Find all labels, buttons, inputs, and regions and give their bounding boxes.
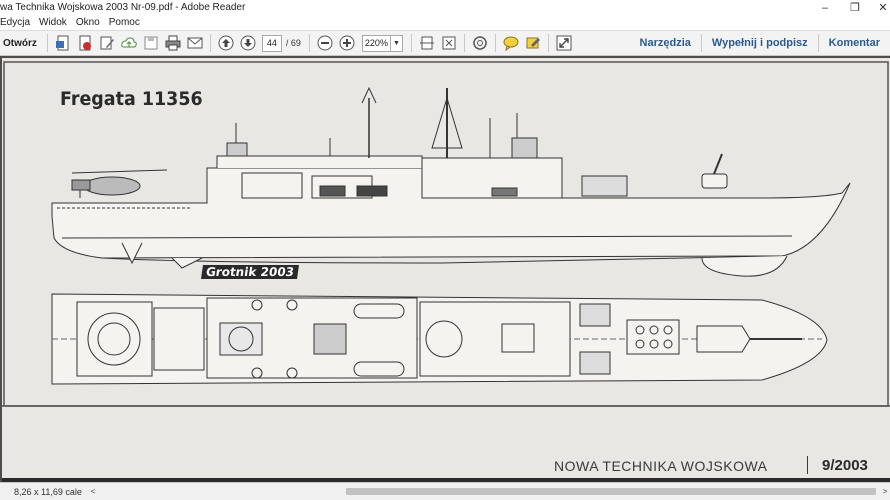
save-button[interactable] bbox=[141, 33, 161, 53]
title-bar: wa Technika Wojskowa 2003 Nr-09.pdf - Ad… bbox=[0, 0, 890, 15]
printer-icon bbox=[165, 35, 181, 51]
menu-edycja[interactable]: Edycja bbox=[0, 17, 35, 28]
fit-page-button[interactable] bbox=[417, 33, 437, 53]
toolbar-divider bbox=[209, 34, 211, 52]
open-button[interactable]: Otwórz bbox=[0, 38, 43, 49]
previous-page-button[interactable] bbox=[216, 33, 236, 53]
minimize-button[interactable]: – bbox=[810, 0, 840, 15]
magazine-issue: 9/2003 bbox=[822, 457, 868, 474]
toolbar-divider bbox=[308, 34, 310, 52]
zoom-dropdown-button[interactable]: ▼ bbox=[390, 34, 403, 52]
magazine-name: NOWA TECHNIKA WOJSKOWA bbox=[554, 458, 768, 474]
arrow-down-circle-icon bbox=[240, 35, 256, 51]
fit-width-button[interactable] bbox=[439, 33, 459, 53]
edit-pdf-icon bbox=[100, 36, 114, 50]
cloud-upload-button[interactable] bbox=[119, 33, 139, 53]
arrow-up-circle-icon bbox=[218, 35, 234, 51]
minus-circle-icon bbox=[317, 35, 333, 51]
footer-divider bbox=[807, 456, 808, 474]
read-mode-button[interactable] bbox=[470, 33, 490, 53]
highlighter-icon bbox=[526, 37, 540, 49]
save-icon bbox=[144, 36, 158, 50]
zoom-out-button[interactable] bbox=[315, 33, 335, 53]
page-total: / 69 bbox=[286, 38, 301, 48]
menu-pomoc[interactable]: Pomoc bbox=[109, 17, 145, 28]
page-number-input[interactable]: 44 bbox=[261, 34, 282, 52]
fit-width-icon bbox=[442, 36, 456, 50]
fit-page-icon bbox=[419, 36, 434, 50]
page-size-label: 8,26 x 11,69 cale bbox=[14, 486, 82, 497]
next-page-button[interactable] bbox=[238, 33, 258, 53]
frigate-drawing bbox=[2, 61, 890, 482]
menu-widok[interactable]: Widok bbox=[39, 17, 72, 28]
fullscreen-button[interactable] bbox=[554, 33, 574, 53]
rotate-icon bbox=[473, 36, 487, 50]
edit-pdf-button[interactable] bbox=[97, 33, 117, 53]
scrollbar-thumb[interactable] bbox=[346, 488, 876, 495]
toolbar-divider bbox=[547, 34, 549, 52]
status-bar: 8,26 x 11,69 cale < > bbox=[0, 482, 890, 500]
window-title: wa Technika Wojskowa 2003 Nr-09.pdf - Ad… bbox=[0, 2, 246, 13]
helicopter-icon bbox=[71, 169, 168, 198]
chevron-left-icon: < bbox=[90, 487, 96, 496]
highlight-button[interactable] bbox=[523, 33, 543, 53]
scroll-left-button[interactable]: < bbox=[88, 486, 98, 497]
cloud-upload-icon bbox=[121, 37, 137, 48]
toolbar-divider bbox=[494, 34, 496, 52]
toolbar-right-links: Narzędzia Wypełnij i podpisz Komentar bbox=[630, 31, 890, 55]
document-area[interactable]: Fregata 11356 Grotnik 2003 NOWA TECHNIKA… bbox=[0, 56, 890, 482]
zoom-input[interactable]: 220% bbox=[361, 34, 391, 52]
tools-link[interactable]: Narzędzia bbox=[630, 34, 701, 52]
drawing-title: Fregata 11356 bbox=[60, 88, 203, 110]
comment-link[interactable]: Komentar bbox=[817, 34, 890, 52]
horizontal-scrollbar[interactable]: < > bbox=[88, 486, 890, 497]
toolbar-divider bbox=[410, 34, 412, 52]
page-separator: / bbox=[285, 38, 289, 48]
fill-sign-link[interactable]: Wypełnij i podpisz bbox=[700, 34, 818, 52]
plus-circle-icon bbox=[339, 35, 355, 51]
chevron-down-icon: ▼ bbox=[392, 39, 400, 47]
speech-bubble-icon bbox=[503, 36, 519, 51]
ship-plan-view bbox=[51, 293, 828, 385]
create-pdf-button[interactable] bbox=[53, 33, 73, 53]
pdf-page: Fregata 11356 Grotnik 2003 NOWA TECHNIKA… bbox=[2, 58, 890, 482]
menu-bar: Edycja Widok Okno Pomoc bbox=[0, 15, 890, 30]
export-pdf-button[interactable] bbox=[75, 33, 95, 53]
page-total-value: 69 bbox=[290, 38, 301, 48]
envelope-icon bbox=[187, 37, 203, 49]
toolbar-divider bbox=[463, 34, 465, 52]
chevron-right-icon: > bbox=[882, 487, 888, 496]
print-button[interactable] bbox=[163, 33, 183, 53]
restore-button[interactable]: ❐ bbox=[840, 0, 870, 15]
ship-side-view bbox=[51, 86, 851, 277]
menu-okno[interactable]: Okno bbox=[76, 17, 105, 28]
toolbar: Otwórz 44 / 69 220% ▼ Narzędzia Wypełnij… bbox=[0, 30, 890, 56]
create-pdf-icon bbox=[55, 35, 69, 51]
author-signature: Grotnik 2003 bbox=[201, 265, 299, 279]
export-pdf-icon bbox=[79, 35, 91, 51]
close-button[interactable]: ✕ bbox=[868, 0, 890, 15]
scroll-right-button[interactable]: > bbox=[880, 486, 890, 497]
expand-icon bbox=[556, 35, 572, 51]
zoom-in-button[interactable] bbox=[337, 33, 357, 53]
email-button[interactable] bbox=[185, 33, 205, 53]
comment-button[interactable] bbox=[501, 33, 521, 53]
toolbar-divider bbox=[46, 34, 48, 52]
